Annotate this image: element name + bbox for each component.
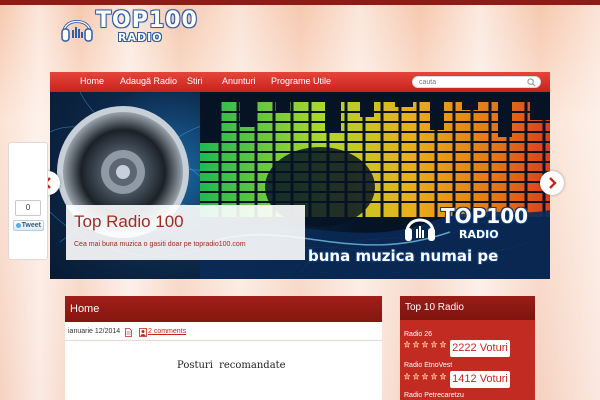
radio-name-2[interactable]: Radio EtnoVest [404,362,452,369]
search-input[interactable] [419,77,524,87]
slider-tagline: buna muzica numai pe [308,247,499,265]
document-icon [125,328,132,337]
post-header: Home [65,296,382,322]
slide-caption-title: Top Radio 100 [74,212,184,231]
headphones-icon [61,20,93,42]
slider-next-button[interactable] [540,171,564,195]
share-widget: 0 Tweet [8,142,48,260]
nav-item-adauga-radio[interactable]: Adaugă Radio [120,76,177,86]
star-rating-2[interactable] [404,373,448,380]
logo-title: TOP100 [96,8,198,33]
recommended-posts-heading: Posturi recomandate [177,360,286,371]
vote-count-1: 2222 Voturi [450,340,510,357]
nav-item-anunturi[interactable]: Anunturi [222,76,256,86]
slide-caption[interactable]: Top Radio 100 Cea mai buna muzica o gasi… [66,205,305,260]
top-strip [0,0,600,5]
slider-logo-subtitle: RADIO [459,228,499,241]
radio-name-1[interactable]: Radio 26 [404,331,432,338]
logo-subtitle: RADIO [118,31,163,44]
sidebar-title: Top 10 Radio [405,302,464,313]
nav-item-home[interactable]: Home [80,76,104,86]
main-post: Home ianuarie 12/2014 2 comments Posturi… [65,296,382,400]
user-icon [139,328,147,337]
share-count: 0 [15,200,41,216]
sidebar-header: Top 10 Radio [400,296,535,320]
slider-logo-title: TOP100 [441,204,529,228]
twitter-bird-icon [16,223,21,228]
radio-name-3[interactable]: Radio Petrecaretzu [404,392,464,399]
nav-item-programe-utile[interactable]: Programe Utile [271,76,331,86]
nav-item-stiri[interactable]: Stiri [187,76,203,86]
site-logo[interactable]: TOP100 RADIO [60,8,197,44]
post-date: ianuarie 12/2014 [68,328,121,335]
chevron-right-icon [549,177,557,189]
hero-slider: TOP100 RADIO buna muzica numai pe Top Ra… [50,92,550,279]
top10-sidebar: Top 10 Radio Radio 26 2222 Voturi Radio … [400,296,535,400]
tweet-label: Tweet [21,222,41,229]
slide-caption-text: Cea mai buna muzica o gasiti doar pe top… [74,241,246,248]
star-rating-1[interactable] [404,341,448,348]
post-title[interactable]: Home [70,303,99,315]
search-box [412,76,541,88]
comments-link[interactable]: 2 comments [148,328,186,335]
tweet-button[interactable]: Tweet [13,220,44,231]
search-icon[interactable] [527,78,536,87]
post-divider [65,340,382,341]
vote-count-2: 1412 Voturi [450,371,510,388]
